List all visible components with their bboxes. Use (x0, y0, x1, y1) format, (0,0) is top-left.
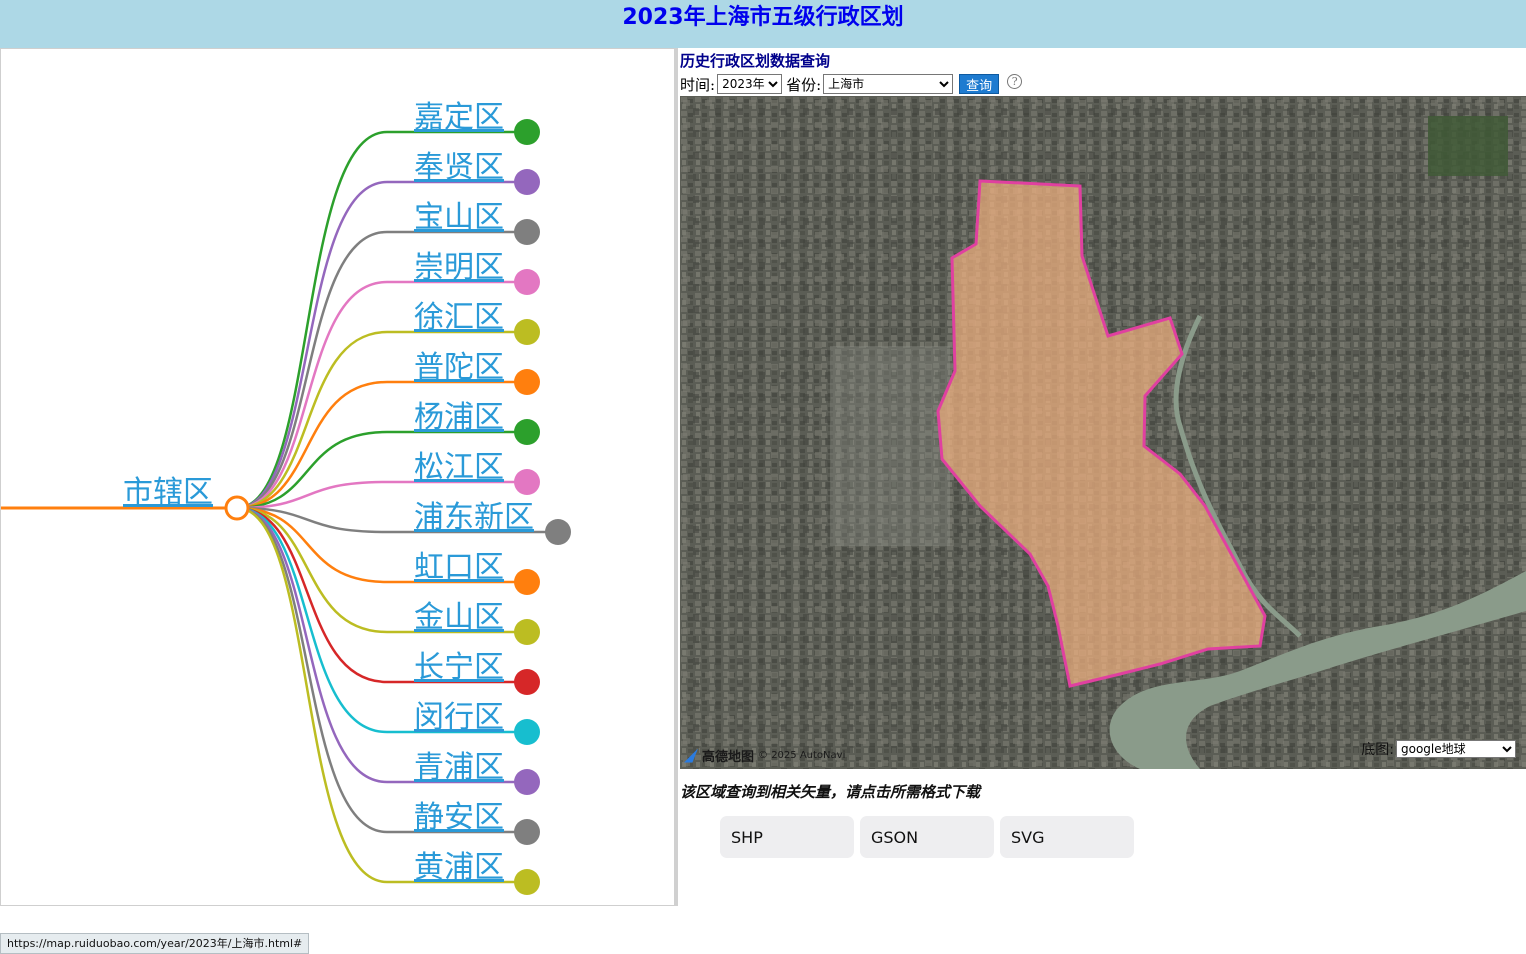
district-link[interactable]: 金山区 (414, 600, 504, 635)
tree-node-dot[interactable] (514, 469, 540, 495)
district-link[interactable]: 浦东新区 (414, 500, 534, 535)
download-shp-button[interactable]: SHP (720, 816, 854, 858)
tree-node-dot[interactable] (514, 419, 540, 445)
map-light-area (830, 346, 950, 546)
admin-tree: 嘉定区奉贤区宝山区崇明区徐汇区普陀区杨浦区松江区浦东新区虹口区金山区长宁区闵行区… (1, 100, 571, 895)
satellite-map[interactable]: 高德地图 © 2025 AutoNavi 底图: google地球 (680, 96, 1526, 769)
map-panel: 历史行政区划数据查询 时间: 2023年 省份: 上海市 查询 ? 高德地图 ©… (680, 48, 1526, 906)
page-title: 2023年上海市五级行政区划 (622, 5, 904, 30)
query-bar: 时间: 2023年 省份: 上海市 查询 ? (680, 73, 1023, 95)
map-logo: 高德地图 © 2025 AutoNavi (684, 746, 845, 765)
basemap-label: 底图: (1361, 742, 1394, 758)
time-label: 时间: (680, 75, 716, 94)
tree-node-dot[interactable] (514, 319, 540, 345)
tree-node-dot[interactable] (514, 119, 540, 145)
tree-node-dot[interactable] (545, 519, 571, 545)
basemap-select[interactable]: google地球 (1396, 740, 1516, 758)
time-select[interactable]: 2023年 (717, 74, 783, 94)
district-link[interactable]: 虹口区 (414, 550, 504, 585)
tree-node-dot[interactable] (514, 569, 540, 595)
map-canvas[interactable] (680, 96, 1526, 769)
province-label: 省份: (786, 75, 822, 94)
root-node-label[interactable]: 市辖区 (123, 475, 213, 510)
query-title: 历史行政区划数据查询 (680, 52, 831, 70)
tree-node-dot[interactable] (514, 769, 540, 795)
tree-node-dot[interactable] (514, 719, 540, 745)
district-link[interactable]: 黄浦区 (414, 850, 504, 885)
district-link[interactable]: 崇明区 (414, 250, 504, 285)
download-gson-button[interactable]: GSON (860, 816, 994, 858)
map-copyright: © 2025 AutoNavi (758, 750, 846, 761)
district-link[interactable]: 闵行区 (414, 700, 504, 735)
district-link[interactable]: 嘉定区 (414, 100, 504, 135)
district-link[interactable]: 静安区 (414, 800, 504, 835)
district-link[interactable]: 奉贤区 (414, 150, 504, 185)
query-button[interactable]: 查询 (959, 74, 1000, 94)
amap-logo-icon (684, 748, 698, 763)
tree-node-dot[interactable] (514, 869, 540, 895)
download-svg-button[interactable]: SVG (1000, 816, 1134, 858)
map-logo-text: 高德地图 (702, 750, 755, 765)
district-link[interactable]: 青浦区 (414, 750, 504, 785)
header-bar: 2023年上海市五级行政区划 (0, 0, 1526, 48)
tree-node-dot[interactable] (514, 819, 540, 845)
tree-node-dot[interactable] (514, 669, 540, 695)
status-bar-url: https://map.ruiduobao.com/year/2023年/上海市… (0, 933, 310, 954)
district-link[interactable]: 杨浦区 (414, 400, 504, 435)
tree-node-dot[interactable] (514, 219, 540, 245)
district-link[interactable]: 宝山区 (414, 200, 504, 235)
download-note: 该区域查询到相关矢量，请点击所需格式下载 (680, 783, 981, 801)
district-link[interactable]: 长宁区 (414, 650, 504, 685)
tree-node-dot[interactable] (514, 169, 540, 195)
admin-tree-panel: 嘉定区奉贤区宝山区崇明区徐汇区普陀区杨浦区松江区浦东新区虹口区金山区长宁区闵行区… (0, 48, 678, 906)
tree-node-dot[interactable] (514, 269, 540, 295)
district-link[interactable]: 松江区 (414, 450, 504, 485)
root-node-circle[interactable] (224, 495, 250, 521)
province-select[interactable]: 上海市 (823, 74, 954, 94)
basemap-control: 底图: google地球 (1361, 739, 1516, 759)
map-green-area (1428, 116, 1508, 176)
district-link[interactable]: 普陀区 (414, 350, 504, 385)
tree-node-dot[interactable] (514, 369, 540, 395)
district-link[interactable]: 徐汇区 (414, 300, 504, 335)
help-icon[interactable]: ? (1007, 73, 1023, 89)
tree-node-dot[interactable] (514, 619, 540, 645)
